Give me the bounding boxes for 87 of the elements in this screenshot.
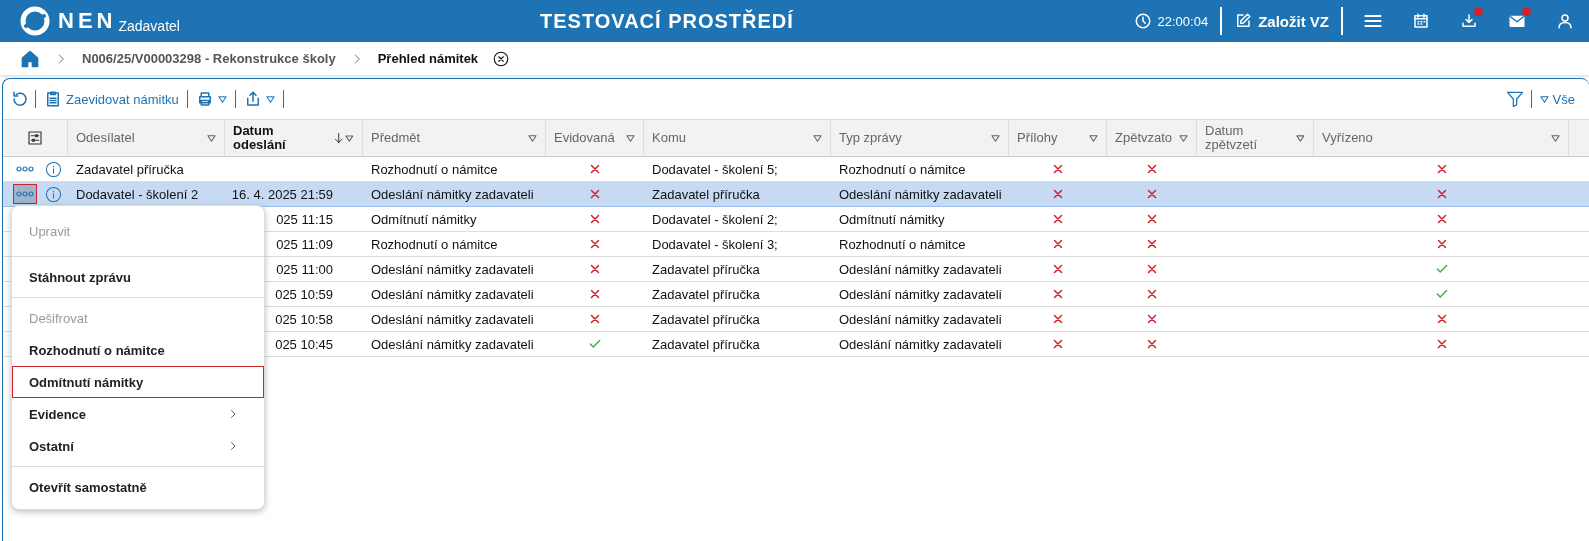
create-button[interactable]: Založit VZ — [1222, 12, 1341, 30]
table-cell: 16. 4. 2025 21:59 — [231, 186, 333, 202]
table-cell: Zadavatel příručka — [76, 161, 184, 177]
column-header[interactable]: Předmět — [363, 120, 546, 156]
table-cell: Rozhodnutí o námitce — [839, 161, 966, 177]
table-cell: Zadavatel příručka — [652, 261, 760, 277]
app-subtitle: Zadavatel — [118, 18, 180, 34]
menu-item[interactable]: Otevřít samostatně — [12, 471, 264, 503]
info-icon — [45, 185, 62, 203]
table-cell: Odeslání námitky zadavateli — [371, 286, 534, 302]
filter-caret-icon — [1089, 133, 1098, 143]
column-header[interactable]: Zpětvzato — [1107, 120, 1197, 156]
table-cell: Odeslání námitky zadavateli — [839, 311, 1002, 327]
info-icon — [45, 160, 62, 178]
environment-title: TESTOVACÍ PROSTŘEDÍ — [540, 9, 795, 33]
column-header[interactable]: Datum odeslání — [225, 120, 363, 156]
table-cell: Rozhodnutí o námitce — [839, 236, 966, 252]
table-cell: Odeslání námitky zadavateli — [371, 186, 534, 202]
table-cell: Dodavatel - školení 2 — [76, 186, 199, 202]
column-header[interactable]: Evidovaná — [546, 120, 644, 156]
user-icon — [1556, 12, 1574, 30]
logo-text: NEN — [58, 8, 117, 34]
current-page[interactable]: Přehled námitek — [377, 51, 479, 66]
menu-item[interactable]: Odmítnutí námitky — [12, 366, 264, 398]
column-header[interactable]: Datum zpětvzetí — [1197, 120, 1314, 156]
more-icon — [16, 191, 34, 197]
table-cell: Odeslání námitky zadavateli — [839, 336, 1002, 352]
clipboard-icon — [44, 90, 62, 108]
filter-caret-icon — [626, 133, 635, 143]
filter-caret-icon — [528, 133, 537, 143]
filter-caret-icon — [1296, 133, 1305, 143]
calendar-icon — [1412, 12, 1430, 30]
table-cell: Odeslání námitky zadavateli — [371, 261, 534, 277]
row-actions-button[interactable] — [13, 184, 37, 204]
close-icon — [492, 49, 511, 68]
filter-caret-icon — [345, 133, 354, 143]
menu-item[interactable]: Ostatní — [12, 430, 264, 462]
table-cell: 025 11:09 — [276, 236, 333, 252]
table-cell: 025 10:59 — [275, 286, 333, 302]
filter-icon — [1504, 89, 1525, 109]
table-cell: 025 11:00 — [276, 261, 333, 277]
register-button[interactable]: Zaevidovat námitku — [42, 90, 181, 108]
menu-item[interactable]: Evidence — [12, 398, 264, 430]
filter-caret-icon — [217, 94, 227, 104]
column-header[interactable]: Odesílatel — [68, 120, 225, 156]
table-cell: 025 10:45 — [275, 336, 333, 352]
table-cell: Odmítnutí námitky — [371, 211, 477, 227]
filter-caret-icon — [1179, 133, 1188, 143]
table-cell: Dodavatel - školení 3; — [652, 236, 778, 252]
clock-icon — [1133, 12, 1152, 30]
table-cell: Dodavatel - školení 2; — [652, 211, 778, 227]
table-cell: Odeslání námitky zadavateli — [839, 286, 1002, 302]
table-cell: Odmítnutí námitky — [839, 211, 945, 227]
filter-caret-icon — [207, 133, 216, 143]
table-cell: Odeslání námitky zadavateli — [839, 261, 1002, 277]
table-cell: 025 10:58 — [275, 311, 333, 327]
clock-time: 22:00:04 — [1157, 13, 1209, 29]
table-cell: Odeslání námitky zadavateli — [839, 186, 1002, 202]
column-header[interactable]: Komu — [644, 120, 831, 156]
filter-caret-icon — [1551, 133, 1560, 143]
edit-icon — [1234, 12, 1253, 30]
more-icon — [16, 166, 34, 172]
table-cell: Odeslání námitky zadavateli — [371, 336, 534, 352]
table-cell: Zadavatel příručka — [652, 186, 760, 202]
table-cell: 025 11:15 — [276, 211, 333, 227]
table-cell: Odeslání námitky zadavateli — [371, 311, 534, 327]
refresh-icon — [11, 90, 29, 108]
table-cell: Zadavatel příručka — [652, 286, 760, 302]
table-cell: Rozhodnutí o námitce — [371, 236, 498, 252]
column-header[interactable]: Typ zprávy — [831, 120, 1009, 156]
filter-caret-icon — [265, 94, 275, 104]
table-cell: Zadavatel příručka — [652, 336, 760, 352]
table-cell: Zadavatel příručka — [652, 311, 760, 327]
column-header[interactable]: Vyřízeno — [1314, 120, 1569, 156]
column-header[interactable]: Přílohy — [1009, 120, 1107, 156]
table-cell: Dodavatel - školení 5; — [652, 161, 778, 177]
breadcrumb-link[interactable]: N006/25/V00003298 - Rekonstrukce školy — [82, 51, 336, 66]
table-row[interactable]: Dodavatel - školení 2 16. 4. 2025 21:59 Odeslání námitky zadavateli Zadavatel příručka Odeslání námitky zadavateli — [3, 182, 1589, 207]
table-cell: Rozhodnutí o námitce — [371, 161, 498, 177]
filter-caret-icon — [991, 133, 1000, 143]
logo-icon — [20, 6, 50, 36]
settings-icon — [26, 129, 44, 147]
filter-dropdown[interactable]: Vše — [1537, 91, 1577, 107]
home-icon — [20, 48, 40, 69]
download-icon — [1460, 12, 1478, 30]
filter-caret-icon — [1539, 94, 1549, 104]
filter-caret-icon — [813, 133, 822, 143]
